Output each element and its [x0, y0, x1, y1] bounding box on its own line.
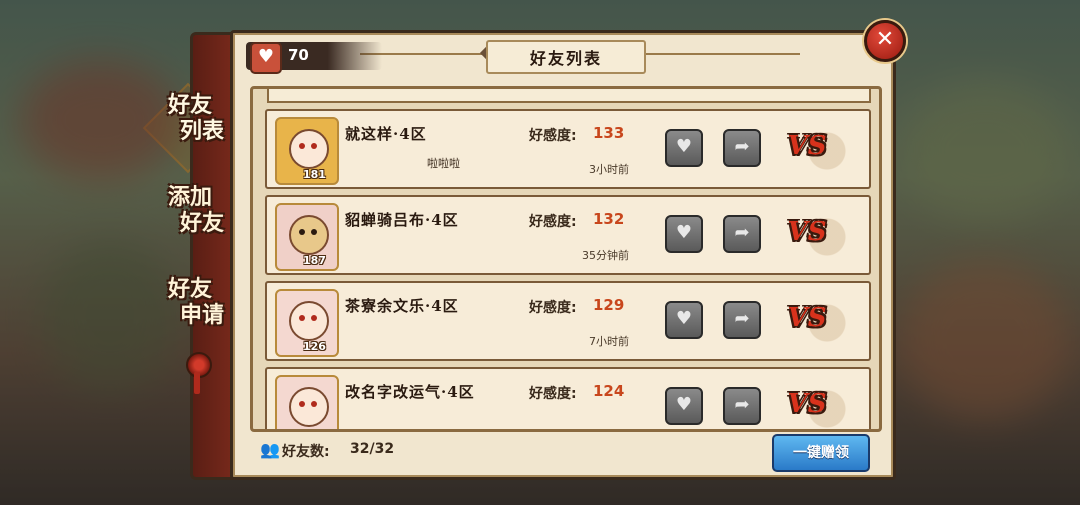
- list-item: 187 貂蝉骑吕布·4区 好感度: 132 35分钟前 ♥ ➦ VS: [265, 195, 871, 275]
- share-arrow-icon: ➦: [734, 222, 750, 243]
- avatar-eye: [311, 401, 317, 407]
- challenge-vs-button[interactable]: VS: [785, 211, 829, 253]
- affinity-value: 124: [593, 382, 625, 400]
- close-button[interactable]: ✕: [864, 20, 906, 62]
- affinity-label: 好感度:: [529, 300, 577, 316]
- share-gift-button[interactable]: ➦: [723, 301, 761, 339]
- tab-label-line1: 好友: [167, 92, 212, 118]
- affinity-value: 129: [593, 296, 625, 314]
- friends-icon: 👥: [260, 440, 280, 459]
- friend-list[interactable]: 181 就这样·4区 啦啦啦 好感度: 133 3小时前 ♥ ➦ VS 187 …: [250, 86, 882, 432]
- gift-heart-icon: ♥: [675, 394, 693, 415]
- share-arrow-icon: ➦: [734, 308, 750, 329]
- heart-count: 70: [288, 46, 309, 64]
- list-item: 181 就这样·4区 啦啦啦 好感度: 133 3小时前 ♥ ➦ VS: [265, 109, 871, 189]
- share-gift-button[interactable]: ➦: [723, 129, 761, 167]
- avatar-face: [289, 301, 329, 341]
- last-online: 7小时前: [589, 335, 629, 348]
- friend-count: 32/32: [350, 441, 395, 457]
- tab-add-friend[interactable]: 添加 好友: [150, 184, 230, 236]
- claim-all-button[interactable]: 一键赠领: [772, 434, 870, 472]
- affinity-value: 132: [593, 210, 625, 228]
- avatar[interactable]: 187: [275, 203, 339, 271]
- list-item: 改名字改运气·4区 好感度: 124 ♥ ➦ VS: [265, 367, 871, 429]
- tab-friend-list[interactable]: 好友 列表: [142, 82, 234, 174]
- friend-name: 茶寮余文乐·4区: [345, 297, 459, 315]
- tassel-ornament: [194, 372, 200, 394]
- avatar-eye: [299, 229, 305, 235]
- send-gift-button[interactable]: ♥: [665, 129, 703, 167]
- tab-label-line1: 添加: [167, 184, 212, 210]
- share-gift-button[interactable]: ➦: [723, 387, 761, 425]
- level-badge: 126: [303, 340, 326, 353]
- gift-heart-icon: ♥: [675, 222, 693, 243]
- share-gift-button[interactable]: ➦: [723, 215, 761, 253]
- avatar-eye: [299, 315, 305, 321]
- challenge-vs-button[interactable]: VS: [785, 125, 829, 167]
- friend-name: 貂蝉骑吕布·4区: [345, 211, 459, 229]
- avatar-face: [289, 387, 329, 427]
- avatar-eye: [299, 401, 305, 407]
- heart-icon: ♥: [250, 42, 282, 74]
- tab-label-line1: 好友: [167, 276, 212, 302]
- tab-label-line2: 申请: [179, 302, 224, 328]
- tab-friend-requests[interactable]: 好友 申请: [150, 276, 230, 328]
- avatar-eye: [299, 143, 305, 149]
- affinity-value: 133: [593, 124, 625, 142]
- avatar[interactable]: [275, 375, 339, 429]
- friend-name: 改名字改运气·4区: [345, 383, 475, 401]
- page-title: 好友列表: [486, 40, 646, 74]
- send-gift-button[interactable]: ♥: [665, 301, 703, 339]
- affinity-label: 好感度:: [529, 214, 577, 230]
- gift-heart-icon: ♥: [675, 136, 693, 157]
- avatar-eye: [311, 229, 317, 235]
- friend-count-label: 好友数:: [282, 444, 330, 460]
- affinity-label: 好感度:: [529, 386, 577, 402]
- gift-heart-icon: ♥: [675, 308, 693, 329]
- tab-label-line2: 列表: [179, 118, 224, 144]
- tab-label-line2: 好友: [179, 210, 224, 236]
- last-online: 35分钟前: [582, 249, 629, 262]
- share-arrow-icon: ➦: [734, 394, 750, 415]
- avatar[interactable]: 126: [275, 289, 339, 357]
- send-gift-button[interactable]: ♥: [665, 215, 703, 253]
- challenge-vs-button[interactable]: VS: [785, 297, 829, 339]
- last-online: 3小时前: [589, 163, 629, 176]
- avatar-eye: [311, 143, 317, 149]
- avatar-face: [289, 215, 329, 255]
- avatar-eye: [311, 315, 317, 321]
- avatar[interactable]: 181: [275, 117, 339, 185]
- send-gift-button[interactable]: ♥: [665, 387, 703, 425]
- affinity-label: 好感度:: [529, 128, 577, 144]
- friend-signature: 啦啦啦: [427, 157, 460, 170]
- challenge-vs-button[interactable]: VS: [785, 383, 829, 425]
- share-arrow-icon: ➦: [734, 136, 750, 157]
- list-item-partial: [267, 89, 871, 103]
- friend-name: 就这样·4区: [345, 125, 427, 143]
- avatar-face: [289, 129, 329, 169]
- level-badge: 181: [303, 168, 326, 181]
- list-item: 126 茶寮余文乐·4区 好感度: 129 7小时前 ♥ ➦ VS: [265, 281, 871, 361]
- level-badge: 187: [303, 254, 326, 267]
